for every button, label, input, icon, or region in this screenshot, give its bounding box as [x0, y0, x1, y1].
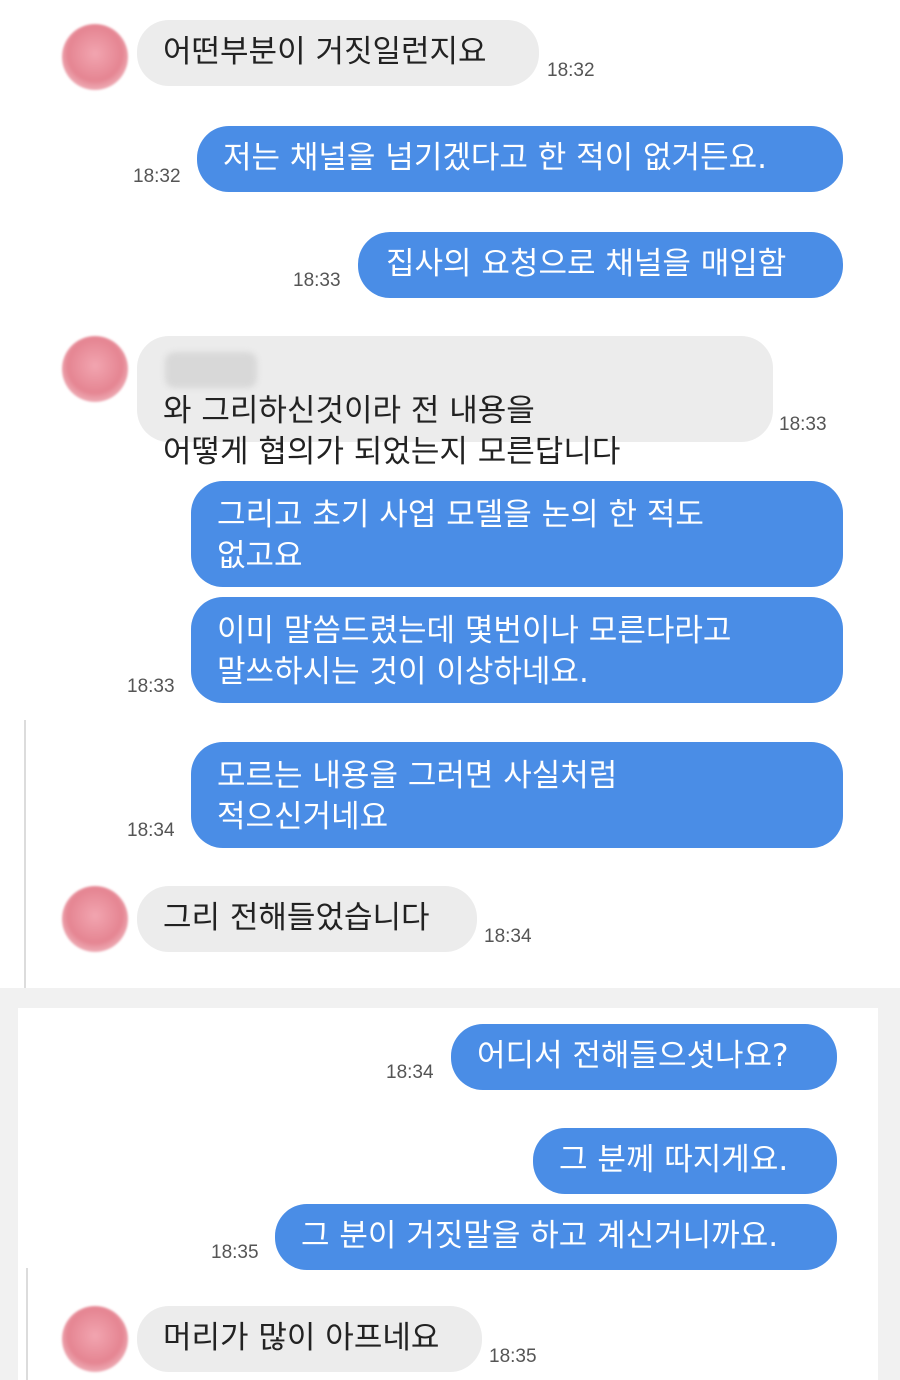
- message-outgoing-8[interactable]: 그 분이 거짓말을 하고 계신거니까요.: [275, 1204, 837, 1270]
- message-outgoing-1[interactable]: 저는 채널을 넘기겠다고 한 적이 없거든요.: [197, 126, 843, 192]
- message-time: 18:33: [127, 676, 175, 697]
- contact-avatar[interactable]: [62, 336, 128, 402]
- message-text: 집사의 요청으로 채널을 매입함: [386, 246, 787, 282]
- contact-avatar[interactable]: [62, 1306, 128, 1372]
- message-time: 18:34: [386, 1062, 434, 1083]
- message-incoming-1[interactable]: 어떤부분이 거짓일런지요: [137, 20, 539, 86]
- message-incoming-4[interactable]: 머리가 많이 아프네요: [137, 1306, 482, 1372]
- message-text: 저는 채널을 넘기겠다고 한 적이 없거든요.: [223, 140, 767, 176]
- message-outgoing-5[interactable]: 모르는 내용을 그러면 사실처럼 적으신거네요: [191, 742, 843, 848]
- chat-panel-top: 어떤부분이 거짓일런지요 18:32 18:32 저는 채널을 넘기겠다고 한 …: [0, 0, 900, 988]
- redacted-name-blur: [165, 352, 257, 388]
- message-outgoing-3[interactable]: 그리고 초기 사업 모델을 논의 한 적도 없고요: [191, 481, 843, 587]
- message-outgoing-4[interactable]: 이미 말씀드렸는데 몇번이나 모른다라고 말쓰하시는 것이 이상하네요.: [191, 597, 843, 703]
- divider-line: [24, 720, 26, 988]
- chat-panel-bottom: 18:34 어디서 전해들으셧나요? 그 분께 따지게요. 18:35 그 분이…: [18, 1008, 878, 1380]
- message-outgoing-2[interactable]: 집사의 요청으로 채널을 매입함: [358, 232, 843, 298]
- contact-avatar[interactable]: [62, 886, 128, 952]
- message-text: 그 분께 따지게요.: [559, 1142, 789, 1178]
- message-time: 18:32: [133, 166, 181, 187]
- contact-avatar[interactable]: [62, 24, 128, 90]
- message-text: 와 그리하신것이라 전 내용을 어떻게 협의가 되었는지 모른답니다: [163, 393, 621, 470]
- message-text: 그리 전해들었습니다: [163, 900, 430, 936]
- message-time: 18:34: [127, 820, 175, 841]
- message-text: 어떤부분이 거짓일런지요: [163, 34, 487, 70]
- message-text: 머리가 많이 아프네요: [163, 1320, 440, 1356]
- message-incoming-3[interactable]: 그리 전해들었습니다: [137, 886, 477, 952]
- message-text: 어디서 전해들으셧나요?: [477, 1038, 789, 1074]
- message-time: 18:34: [484, 926, 532, 947]
- message-time: 18:33: [293, 270, 341, 291]
- message-incoming-2[interactable]: 와 그리하신것이라 전 내용을 어떻게 협의가 되었는지 모른답니다: [137, 336, 773, 470]
- message-time: 18:35: [489, 1346, 537, 1367]
- message-time: 18:35: [211, 1242, 259, 1263]
- message-time: 18:32: [547, 60, 595, 81]
- message-text: 이미 말씀드렸는데 몇번이나 모른다라고 말쓰하시는 것이 이상하네요.: [217, 613, 732, 690]
- message-outgoing-6[interactable]: 어디서 전해들으셧나요?: [451, 1024, 837, 1090]
- message-text: 그리고 초기 사업 모델을 논의 한 적도 없고요: [217, 497, 704, 574]
- message-time: 18:33: [779, 414, 827, 435]
- message-outgoing-7[interactable]: 그 분께 따지게요.: [533, 1128, 837, 1194]
- message-text: 그 분이 거짓말을 하고 계신거니까요.: [301, 1218, 779, 1254]
- divider-line: [26, 1268, 28, 1380]
- message-text: 모르는 내용을 그러면 사실처럼 적으신거네요: [217, 758, 618, 835]
